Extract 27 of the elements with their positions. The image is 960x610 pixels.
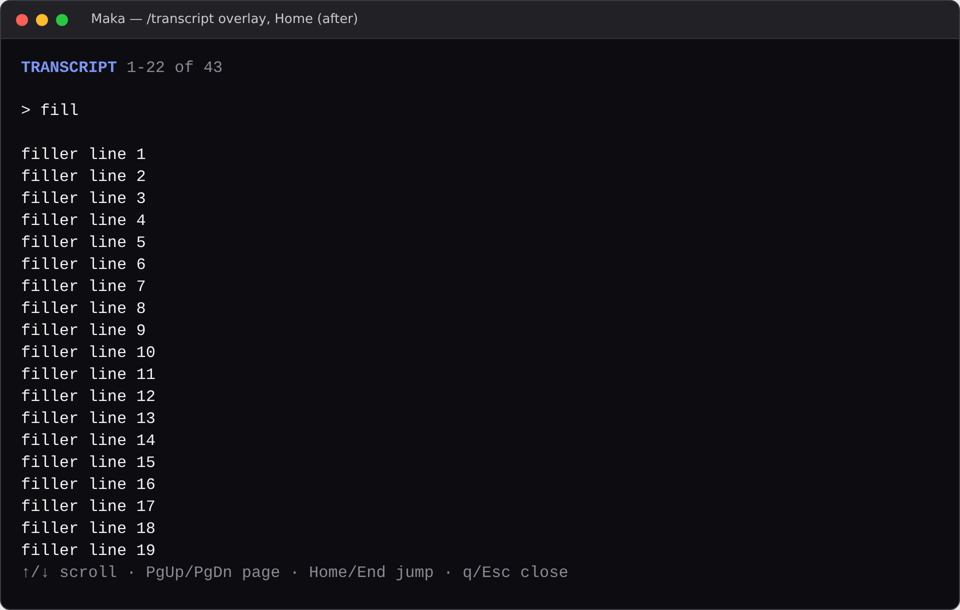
transcript-line: filler line 7 <box>21 277 146 298</box>
prompt-line: > fill <box>21 101 79 122</box>
transcript-line: filler line 2 <box>21 167 146 188</box>
transcript-line: filler line 3 <box>21 189 146 210</box>
transcript-line: filler line 19 <box>21 541 156 562</box>
transcript-line: filler line 1 <box>21 145 146 166</box>
transcript-line: filler line 9 <box>21 321 146 342</box>
transcript-line: filler line 12 <box>21 387 156 408</box>
minimize-button[interactable] <box>36 14 48 26</box>
close-button[interactable] <box>16 14 28 26</box>
transcript-line: filler line 16 <box>21 475 156 496</box>
maximize-button[interactable] <box>56 14 68 26</box>
transcript-line: filler line 14 <box>21 431 156 452</box>
transcript-line: filler line 8 <box>21 299 146 320</box>
transcript-title: TRANSCRIPT <box>21 59 118 77</box>
transcript-line: filler line 5 <box>21 233 146 254</box>
transcript-line: filler line 17 <box>21 497 156 518</box>
transcript-line: filler line 18 <box>21 519 156 540</box>
line-range: 1-22 of 43 <box>126 59 223 77</box>
transcript-line: filler line 11 <box>21 365 156 386</box>
transcript-line: filler line 15 <box>21 453 156 474</box>
key-hints: ↑/↓ scroll · PgUp/PgDn page · Home/End jump · q/Esc close <box>21 563 568 584</box>
transcript-line: filler line 10 <box>21 343 156 364</box>
transcript-line: filler line 4 <box>21 211 146 232</box>
transcript-line: filler line 13 <box>21 409 156 430</box>
window-title: Maka — /transcript overlay, Home (after) <box>91 12 358 27</box>
transcript-line: filler line 6 <box>21 255 146 276</box>
